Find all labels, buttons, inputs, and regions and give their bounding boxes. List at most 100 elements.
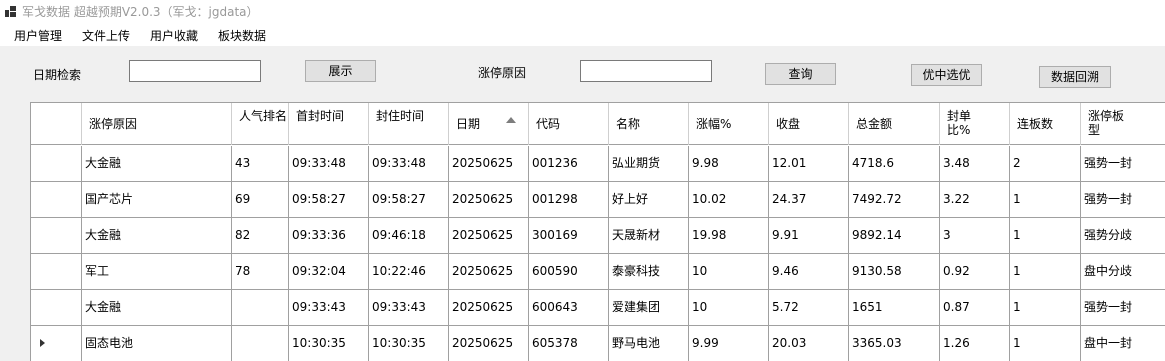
cell-close[interactable]: 5.72 [769,290,849,325]
cell-seal-ratio[interactable]: 1.26 [940,326,1010,361]
cell-first-seal[interactable]: 09:33:48 [289,146,369,181]
cell-reason[interactable]: 大金融 [82,290,232,325]
cell-popularity[interactable]: 78 [232,254,289,289]
table-row[interactable]: 大金融 82 09:33:36 09:46:18 20250625 300169 天晟新材 1… [31,218,1165,254]
cell-close[interactable]: 12.01 [769,146,849,181]
col-header-change-pct[interactable]: 涨幅% [689,103,769,145]
row-header[interactable] [31,182,82,217]
row-header[interactable] [31,218,82,253]
cell-name[interactable]: 弘业期货 [609,146,689,181]
cell-seal-ratio[interactable]: 0.87 [940,290,1010,325]
cell-reason[interactable]: 军工 [82,254,232,289]
cell-board-type[interactable]: 强势分歧 [1081,218,1165,253]
cell-change-pct[interactable]: 9.99 [689,326,769,361]
col-header-reason[interactable]: 涨停原因 [82,103,232,145]
cell-date[interactable]: 20250625 [449,218,529,253]
table-row[interactable]: 大金融 43 09:33:48 09:33:48 20250625 001236 弘业期货 9… [31,146,1165,182]
cell-board-type[interactable]: 强势一封 [1081,146,1165,181]
row-header[interactable] [31,146,82,181]
cell-code[interactable]: 605378 [529,326,609,361]
cell-seal-time[interactable]: 09:58:27 [369,182,449,217]
cell-board-type[interactable]: 盘中一封 [1081,326,1165,361]
cell-consecutive[interactable]: 1 [1010,218,1081,253]
table-row[interactable]: 国产芯片 69 09:58:27 09:58:27 20250625 001298 好上好 1… [31,182,1165,218]
cell-name[interactable]: 泰豪科技 [609,254,689,289]
cell-total-amount[interactable]: 4718.6 [849,146,940,181]
cell-total-amount[interactable]: 3365.03 [849,326,940,361]
cell-name[interactable]: 野马电池 [609,326,689,361]
cell-total-amount[interactable]: 7492.72 [849,182,940,217]
row-header[interactable] [31,326,82,361]
menu-user-management[interactable]: 用户管理 [14,27,62,44]
cell-reason[interactable]: 大金融 [82,146,232,181]
cell-seal-time[interactable]: 09:33:43 [369,290,449,325]
menu-user-favorites[interactable]: 用户收藏 [150,27,198,44]
cell-date[interactable]: 20250625 [449,146,529,181]
cell-name[interactable]: 爱建集团 [609,290,689,325]
cell-date[interactable]: 20250625 [449,254,529,289]
show-button[interactable]: 展示 [305,60,376,82]
cell-seal-ratio[interactable]: 3.22 [940,182,1010,217]
menu-file-upload[interactable]: 文件上传 [82,27,130,44]
cell-code[interactable]: 600643 [529,290,609,325]
cell-name[interactable]: 天晟新材 [609,218,689,253]
cell-code[interactable]: 001236 [529,146,609,181]
cell-close[interactable]: 24.37 [769,182,849,217]
cell-date[interactable]: 20250625 [449,326,529,361]
cell-seal-ratio[interactable]: 0.92 [940,254,1010,289]
cell-date[interactable]: 20250625 [449,290,529,325]
cell-change-pct[interactable]: 19.98 [689,218,769,253]
cell-board-type[interactable]: 强势一封 [1081,182,1165,217]
select-best-button[interactable]: 优中选优 [911,64,982,86]
col-header-seal-ratio[interactable]: 封单比% [940,103,1010,145]
col-header-total-amount[interactable]: 总金额 [849,103,940,145]
table-row[interactable]: 军工 78 09:32:04 10:22:46 20250625 600590 泰豪科技 10… [31,254,1165,290]
cell-change-pct[interactable]: 10 [689,254,769,289]
cell-first-seal[interactable]: 09:32:04 [289,254,369,289]
cell-reason[interactable]: 固态电池 [82,326,232,361]
col-header-date[interactable]: 日期 [449,103,529,145]
cell-code[interactable]: 001298 [529,182,609,217]
cell-popularity[interactable]: 82 [232,218,289,253]
cell-seal-time[interactable]: 09:46:18 [369,218,449,253]
cell-popularity[interactable] [232,290,289,325]
table-row[interactable]: 大金融 09:33:43 09:33:43 20250625 600643 爱建集团 10 5… [31,290,1165,326]
cell-first-seal[interactable]: 09:33:36 [289,218,369,253]
col-header-close[interactable]: 收盘 [769,103,849,145]
cell-consecutive[interactable]: 1 [1010,182,1081,217]
cell-reason[interactable]: 大金融 [82,218,232,253]
data-grid[interactable]: 涨停原因 人气排名 首封时间 封住时间 日期 代码 名称 涨幅% 收盘 总金额 … [30,102,1165,361]
cell-change-pct[interactable]: 10 [689,290,769,325]
cell-total-amount[interactable]: 1651 [849,290,940,325]
cell-board-type[interactable]: 盘中分歧 [1081,254,1165,289]
cell-close[interactable]: 9.91 [769,218,849,253]
cell-seal-time[interactable]: 10:22:46 [369,254,449,289]
cell-reason[interactable]: 国产芯片 [82,182,232,217]
col-header-first-seal[interactable]: 首封时间 [289,103,369,145]
date-search-input[interactable] [129,60,261,82]
cell-consecutive[interactable]: 1 [1010,254,1081,289]
menu-sector-data[interactable]: 板块数据 [218,27,266,44]
cell-first-seal[interactable]: 09:58:27 [289,182,369,217]
cell-change-pct[interactable]: 9.98 [689,146,769,181]
col-header-seal-time[interactable]: 封住时间 [369,103,449,145]
cell-first-seal[interactable]: 10:30:35 [289,326,369,361]
col-header-name[interactable]: 名称 [609,103,689,145]
reason-input[interactable] [580,60,712,82]
cell-total-amount[interactable]: 9892.14 [849,218,940,253]
cell-close[interactable]: 9.46 [769,254,849,289]
table-row[interactable]: 固态电池 10:30:35 10:30:35 20250625 605378 野马电池 9.… [31,326,1165,361]
cell-date[interactable]: 20250625 [449,182,529,217]
cell-code[interactable]: 300169 [529,218,609,253]
cell-popularity[interactable]: 43 [232,146,289,181]
col-header-board-type[interactable]: 涨停板型 [1081,103,1165,145]
cell-change-pct[interactable]: 10.02 [689,182,769,217]
cell-seal-time[interactable]: 10:30:35 [369,326,449,361]
query-button[interactable]: 查询 [765,63,836,85]
cell-seal-ratio[interactable]: 3.48 [940,146,1010,181]
cell-first-seal[interactable]: 09:33:43 [289,290,369,325]
row-header[interactable] [31,254,82,289]
data-backtrack-button[interactable]: 数据回溯 [1039,66,1111,88]
col-header-consecutive[interactable]: 连板数 [1010,103,1081,145]
cell-popularity[interactable]: 69 [232,182,289,217]
